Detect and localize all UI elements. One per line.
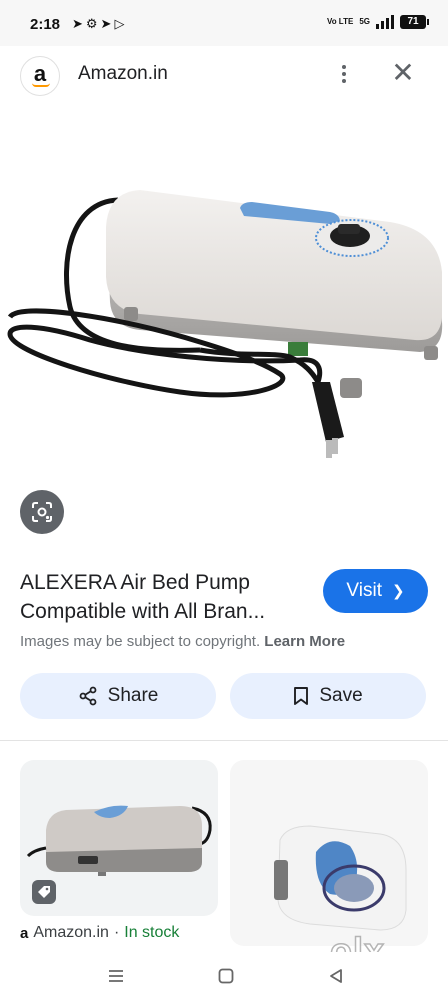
lens-search-button[interactable] bbox=[20, 490, 64, 534]
product-image[interactable] bbox=[0, 102, 448, 482]
amazon-logo[interactable]: a bbox=[20, 56, 60, 96]
share-button[interactable]: Share bbox=[20, 673, 216, 719]
navigation-bar bbox=[0, 952, 448, 1000]
battery-icon: 71 bbox=[400, 15, 429, 29]
home-nav-icon[interactable] bbox=[214, 964, 238, 988]
volte-label: Vo LTE bbox=[326, 17, 354, 26]
amazon-mini-logo: a bbox=[20, 924, 29, 942]
menu-nav-icon[interactable] bbox=[104, 964, 128, 988]
signal-icon bbox=[376, 15, 394, 29]
chevron-right-icon: ❯ bbox=[391, 583, 405, 600]
copyright-notice: Images may be subject to copyright. Lear… bbox=[20, 633, 345, 650]
copyright-text: Images may be subject to copyright. bbox=[20, 633, 261, 650]
share-label: Share bbox=[107, 685, 159, 706]
source-header: a Amazon.in ✕ bbox=[0, 46, 448, 102]
tag-icon bbox=[32, 880, 56, 904]
volte-indicator: Vo LTE bbox=[327, 18, 353, 26]
save-button[interactable]: Save bbox=[230, 673, 426, 719]
related-source[interactable]: a Amazon.in · In stock bbox=[20, 924, 179, 942]
separator: · bbox=[113, 924, 120, 941]
visit-button[interactable]: Visit ❯ bbox=[323, 569, 428, 613]
air-pump-illustration bbox=[7, 190, 443, 458]
save-label: Save bbox=[319, 685, 363, 706]
bookmark-icon bbox=[294, 687, 309, 705]
notification-icons: ➤⚙➤▷ bbox=[72, 16, 128, 31]
more-vert-icon[interactable] bbox=[332, 60, 356, 88]
network-type: 5G bbox=[359, 17, 370, 26]
divider bbox=[0, 740, 448, 741]
back-nav-icon[interactable] bbox=[324, 964, 348, 988]
related-image-card[interactable] bbox=[230, 760, 428, 946]
status-right: Vo LTE 5G 71 bbox=[327, 15, 429, 29]
product-title[interactable]: ALEXERA Air Bed Pump Compatible with All… bbox=[20, 568, 310, 626]
stock-status: In stock bbox=[124, 924, 180, 941]
battery-level: 71 bbox=[407, 16, 419, 27]
source-name: Amazon.in bbox=[33, 924, 109, 941]
status-time: 2:18 bbox=[30, 16, 61, 33]
share-icon bbox=[79, 686, 97, 706]
status-bar: 2:18 ➤⚙➤▷ Vo LTE 5G 71 bbox=[0, 0, 448, 46]
site-name[interactable]: Amazon.in bbox=[78, 63, 168, 85]
learn-more-link[interactable]: Learn More bbox=[264, 633, 345, 650]
close-icon[interactable]: ✕ bbox=[388, 58, 418, 88]
related-image-card[interactable] bbox=[20, 760, 218, 916]
visit-label: Visit bbox=[346, 580, 382, 601]
lens-icon bbox=[32, 502, 52, 522]
related-pump-image bbox=[274, 825, 407, 931]
